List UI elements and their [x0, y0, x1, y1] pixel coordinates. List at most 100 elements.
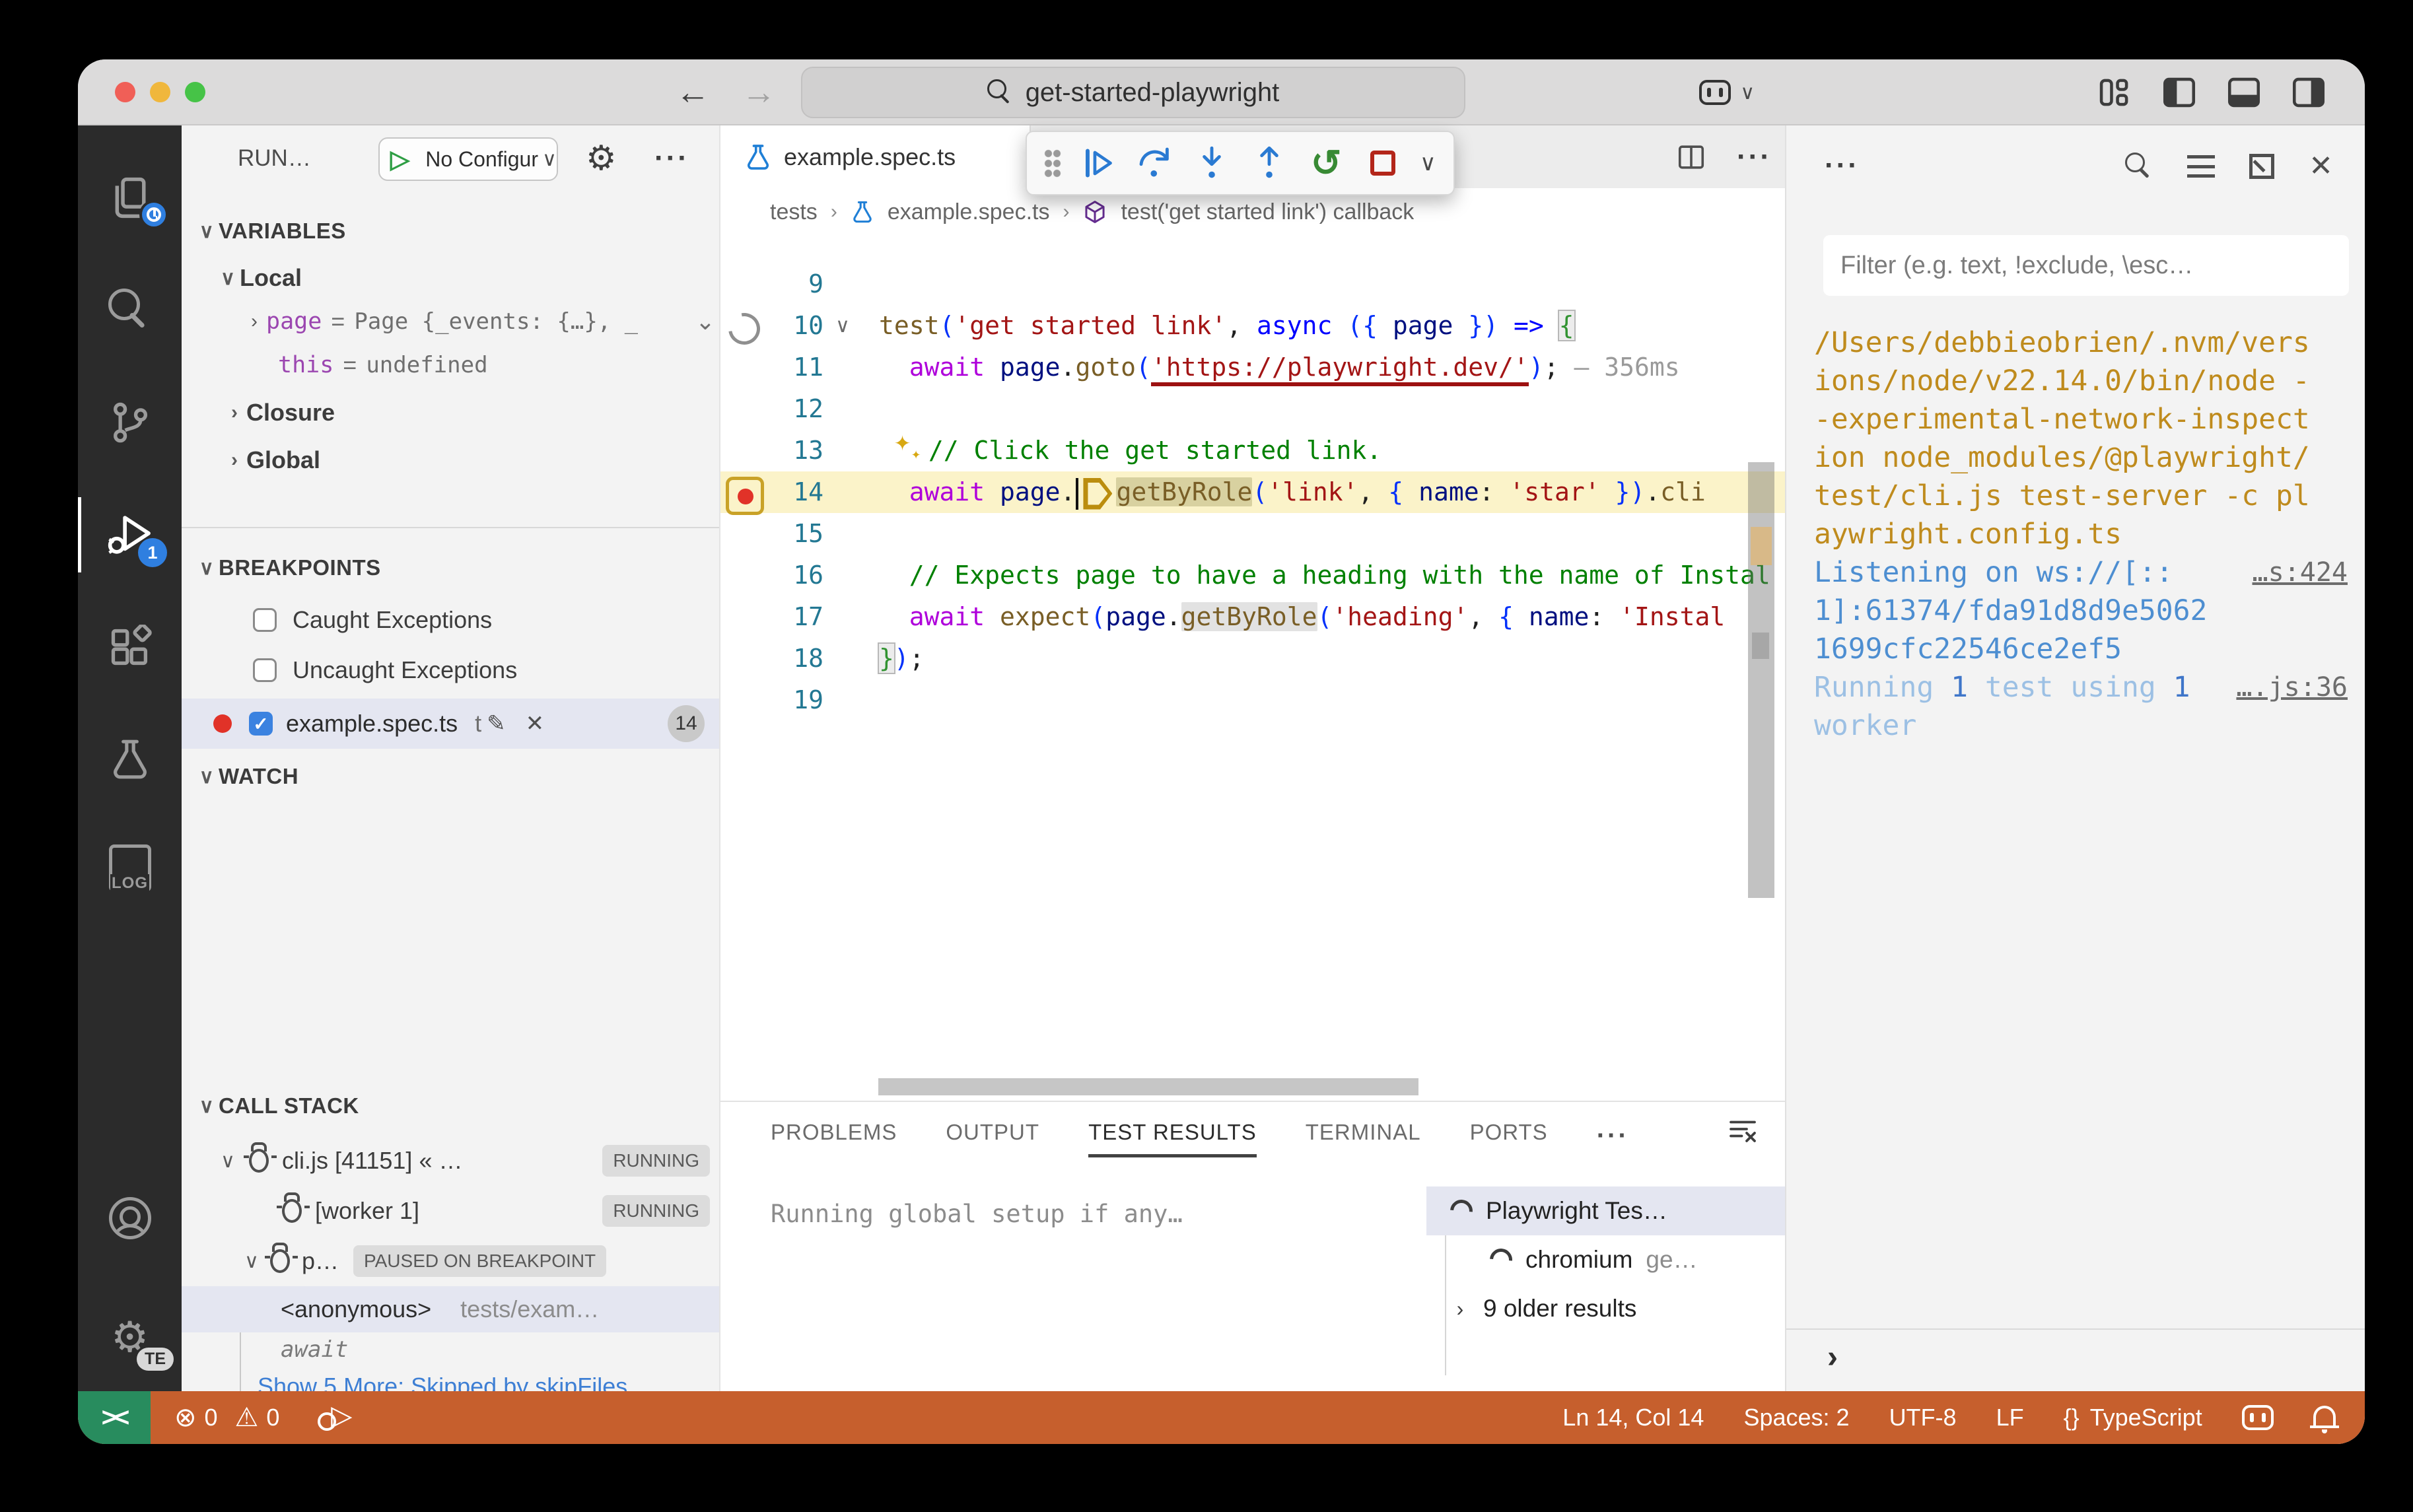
step-into-button[interactable]: [1191, 143, 1232, 184]
sidebar-item-run-debug[interactable]: 1: [78, 492, 182, 578]
code-line[interactable]: 12: [720, 388, 1785, 430]
sidebar-item-log-output[interactable]: LOG: [78, 825, 182, 911]
clear-results-icon[interactable]: [1727, 1115, 1759, 1157]
cursor-position-status[interactable]: Ln 14, Col 14: [1562, 1404, 1704, 1431]
find-icon[interactable]: [2125, 153, 2153, 180]
language-status[interactable]: {}TypeScript: [2064, 1404, 2202, 1431]
continue-button[interactable]: [1078, 143, 1119, 184]
glyph-margin-icon[interactable]: [720, 679, 763, 721]
gear-icon[interactable]: ⚙: [586, 141, 617, 176]
toggle-secondary-sidebar-icon[interactable]: [2290, 73, 2328, 112]
older-results-row[interactable]: › 9 older results: [1426, 1284, 1785, 1333]
tab-problems[interactable]: PROBLEMS: [771, 1120, 897, 1157]
checkbox-checked[interactable]: ✓: [249, 712, 273, 736]
problems-status[interactable]: ⊗ 0 ⚠ 0: [174, 1402, 279, 1433]
maximize-window-button[interactable]: [185, 82, 205, 102]
sidebar-item-extensions[interactable]: [78, 604, 182, 690]
fold-chevron-icon[interactable]: ∨: [823, 305, 862, 347]
test-project-row[interactable]: chromium ge…: [1426, 1235, 1785, 1284]
variable-this[interactable]: this = undefined: [182, 345, 719, 386]
notifications-bell-icon[interactable]: [2313, 1406, 2336, 1426]
code-editor[interactable]: 910∨test('get started link', async ({ pa…: [720, 236, 1785, 1101]
code-line[interactable]: 10∨test('get started link', async ({ pag…: [720, 305, 1785, 347]
watch-section-header[interactable]: ∨ WATCH: [182, 757, 719, 796]
word-wrap-icon[interactable]: [2187, 155, 2215, 178]
glyph-margin-icon[interactable]: [720, 513, 763, 555]
code-line[interactable]: 11 await page.goto('https://playwright.d…: [720, 347, 1785, 388]
toggle-primary-sidebar-icon[interactable]: [2160, 73, 2198, 112]
step-out-button[interactable]: [1249, 143, 1290, 184]
more-tabs-icon[interactable]: ···: [1597, 1121, 1629, 1157]
command-center-search[interactable]: get-started-playwright: [801, 67, 1465, 118]
test-run-row[interactable]: Playwright Tes…: [1426, 1186, 1785, 1235]
code-line[interactable]: 19: [720, 679, 1785, 721]
eol-status[interactable]: LF: [1996, 1404, 2024, 1431]
callstack-show-more-link[interactable]: Show 5 More: Skipped by skipFiles: [182, 1367, 719, 1391]
sidebar-item-source-control[interactable]: [78, 380, 182, 465]
accounts-button[interactable]: [78, 1175, 182, 1261]
expand-panel-icon[interactable]: [2249, 154, 2274, 179]
restart-button[interactable]: ↺: [1306, 143, 1346, 184]
breakpoints-section-header[interactable]: ∨ BREAKPOINTS: [182, 548, 719, 588]
start-debug-icon[interactable]: ▷: [380, 145, 417, 174]
spinner-icon[interactable]: [720, 305, 763, 347]
tab-terminal[interactable]: TERMINAL: [1306, 1120, 1421, 1157]
tab-example-spec[interactable]: example.spec.ts: [720, 125, 1031, 188]
tab-ports[interactable]: PORTS: [1470, 1120, 1548, 1157]
code-line[interactable]: 14 await page.getByRole('link', { name: …: [720, 471, 1785, 513]
console-input-prompt[interactable]: ›: [1827, 1339, 1838, 1375]
checkbox-unchecked[interactable]: [253, 658, 277, 682]
callstack-frame-await[interactable]: await: [182, 1332, 719, 1367]
variables-section-header[interactable]: ∨ VARIABLES: [182, 211, 719, 251]
horizontal-scrollbar[interactable]: [878, 1078, 1418, 1095]
breakpoint-row[interactable]: ✓ example.spec.ts t ✎ ✕ 14: [182, 699, 719, 749]
breakpoint-icon[interactable]: [720, 471, 763, 513]
callstack-frame-anonymous[interactable]: <anonymous> tests/exam…: [182, 1286, 719, 1332]
indentation-status[interactable]: Spaces: 2: [1743, 1404, 1849, 1431]
source-link[interactable]: ….js:36: [2236, 668, 2348, 706]
code-line[interactable]: 13 // Click the get started link.: [720, 430, 1785, 471]
scope-local[interactable]: ∨ Local: [182, 258, 719, 298]
navigate-back-button[interactable]: ←: [676, 59, 710, 125]
copilot-icon[interactable]: [1699, 80, 1731, 106]
callstack-session-cli[interactable]: ∨ cli.js [41151] « … RUNNING: [182, 1136, 719, 1186]
glyph-margin-icon[interactable]: [720, 638, 763, 679]
debug-console-output[interactable]: /Users/debbieobrien/.nvm/versions/node/v…: [1814, 324, 2348, 745]
close-panel-icon[interactable]: ✕: [2309, 152, 2333, 181]
code-line[interactable]: 9: [720, 263, 1785, 305]
customize-layout-icon[interactable]: [2095, 73, 2134, 112]
sidebar-item-search[interactable]: [78, 267, 182, 353]
more-actions-icon[interactable]: ···: [1737, 141, 1772, 174]
more-actions-icon[interactable]: ···: [1825, 149, 1860, 182]
launch-config-dropdown[interactable]: ▷ No Configur ∨: [378, 137, 558, 181]
step-over-button[interactable]: [1135, 143, 1175, 184]
source-link[interactable]: …s:424: [2253, 553, 2348, 592]
copilot-chevron-down-icon[interactable]: ∨: [1740, 81, 1755, 104]
breakpoint-caught-exceptions[interactable]: Caught Exceptions: [182, 598, 719, 642]
tab-test-results[interactable]: TEST RESULTS: [1088, 1120, 1257, 1157]
glyph-margin-icon[interactable]: [720, 388, 763, 430]
glyph-margin-icon[interactable]: [720, 555, 763, 596]
debug-toolbar-chevron-down-icon[interactable]: ∨: [1420, 150, 1436, 176]
debug-status-icon[interactable]: [318, 1403, 352, 1432]
manage-settings-button[interactable]: ⚙ TE: [78, 1294, 182, 1380]
minimize-window-button[interactable]: [150, 82, 170, 102]
split-editor-icon[interactable]: [1676, 142, 1706, 172]
navigate-forward-button[interactable]: →: [742, 59, 776, 125]
remote-indicator[interactable]: ><: [78, 1391, 151, 1444]
code-line[interactable]: 18});: [720, 638, 1785, 679]
stop-button[interactable]: [1362, 143, 1403, 184]
close-window-button[interactable]: [115, 82, 135, 102]
sidebar-item-explorer[interactable]: [78, 155, 182, 241]
variable-page[interactable]: › page = Page {_events: {…}, _… ⌄: [182, 301, 719, 342]
breakpoint-uncaught-exceptions[interactable]: Uncaught Exceptions: [182, 648, 719, 692]
callstack-session-worker[interactable]: [worker 1] RUNNING: [182, 1186, 719, 1236]
copilot-status-icon[interactable]: [2242, 1405, 2274, 1431]
glyph-margin-icon[interactable]: [720, 263, 763, 305]
code-line[interactable]: 16 // Expects page to have a heading wit…: [720, 555, 1785, 596]
toggle-panel-icon[interactable]: [2225, 73, 2263, 112]
encoding-status[interactable]: UTF-8: [1889, 1404, 1957, 1431]
checkbox-unchecked[interactable]: [253, 608, 277, 632]
remove-breakpoint-icon[interactable]: ✕: [526, 710, 545, 737]
glyph-margin-icon[interactable]: [720, 430, 763, 471]
